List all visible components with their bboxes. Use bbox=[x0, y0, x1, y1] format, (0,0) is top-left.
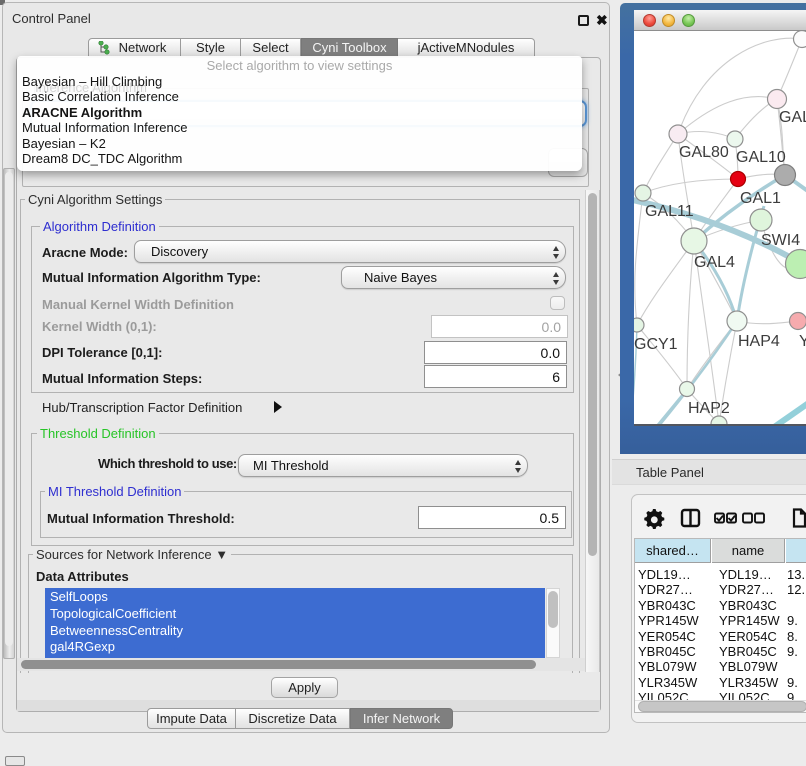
svg-text:GAL10: GAL10 bbox=[736, 149, 786, 166]
svg-text:SWI4: SWI4 bbox=[761, 232, 800, 249]
svg-text:HAP2: HAP2 bbox=[688, 400, 730, 417]
svg-text:HAP4: HAP4 bbox=[738, 333, 780, 350]
svg-text:GAL80: GAL80 bbox=[679, 144, 729, 161]
svg-text:GAL11: GAL11 bbox=[645, 203, 694, 220]
svg-text:YM: YM bbox=[799, 333, 806, 350]
svg-text:GAL7: GAL7 bbox=[779, 109, 806, 126]
svg-text:GCY1: GCY1 bbox=[634, 336, 678, 353]
svg-text:GAL4: GAL4 bbox=[694, 254, 735, 271]
svg-text:GAL1: GAL1 bbox=[740, 190, 781, 207]
